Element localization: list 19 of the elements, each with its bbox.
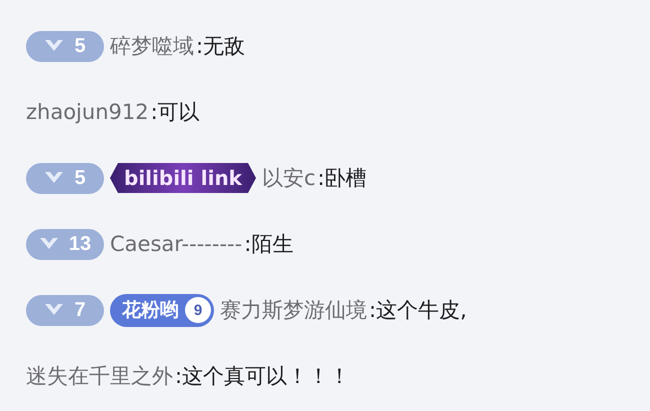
chat-message: :这个真可以！！！ [175, 363, 350, 390]
level-number: 7 [74, 298, 86, 322]
username[interactable]: 赛力斯梦游仙境 [220, 296, 367, 324]
chat-message: :无敌 [196, 33, 246, 60]
username[interactable]: 以安c [262, 164, 316, 192]
chat-message: :可以 [150, 99, 200, 126]
username[interactable]: 迷失在千里之外 [26, 362, 173, 390]
username[interactable]: 碎梦噬域 [110, 32, 194, 60]
medal-name: 花粉哟 [122, 298, 179, 323]
medal-badge: bilibili link [110, 163, 256, 193]
chat-message: :卧槽 [318, 165, 367, 192]
username[interactable]: Caesar-------- [110, 232, 242, 256]
level-number: 13 [68, 232, 92, 256]
chat-message: :这个牛皮, [369, 297, 467, 324]
username[interactable]: zhaojun912 [26, 100, 149, 124]
level-number: 5 [74, 166, 86, 190]
chat-message: :陌生 [244, 231, 294, 258]
medal-level: 9 [185, 297, 211, 323]
level-number: 5 [74, 34, 86, 58]
